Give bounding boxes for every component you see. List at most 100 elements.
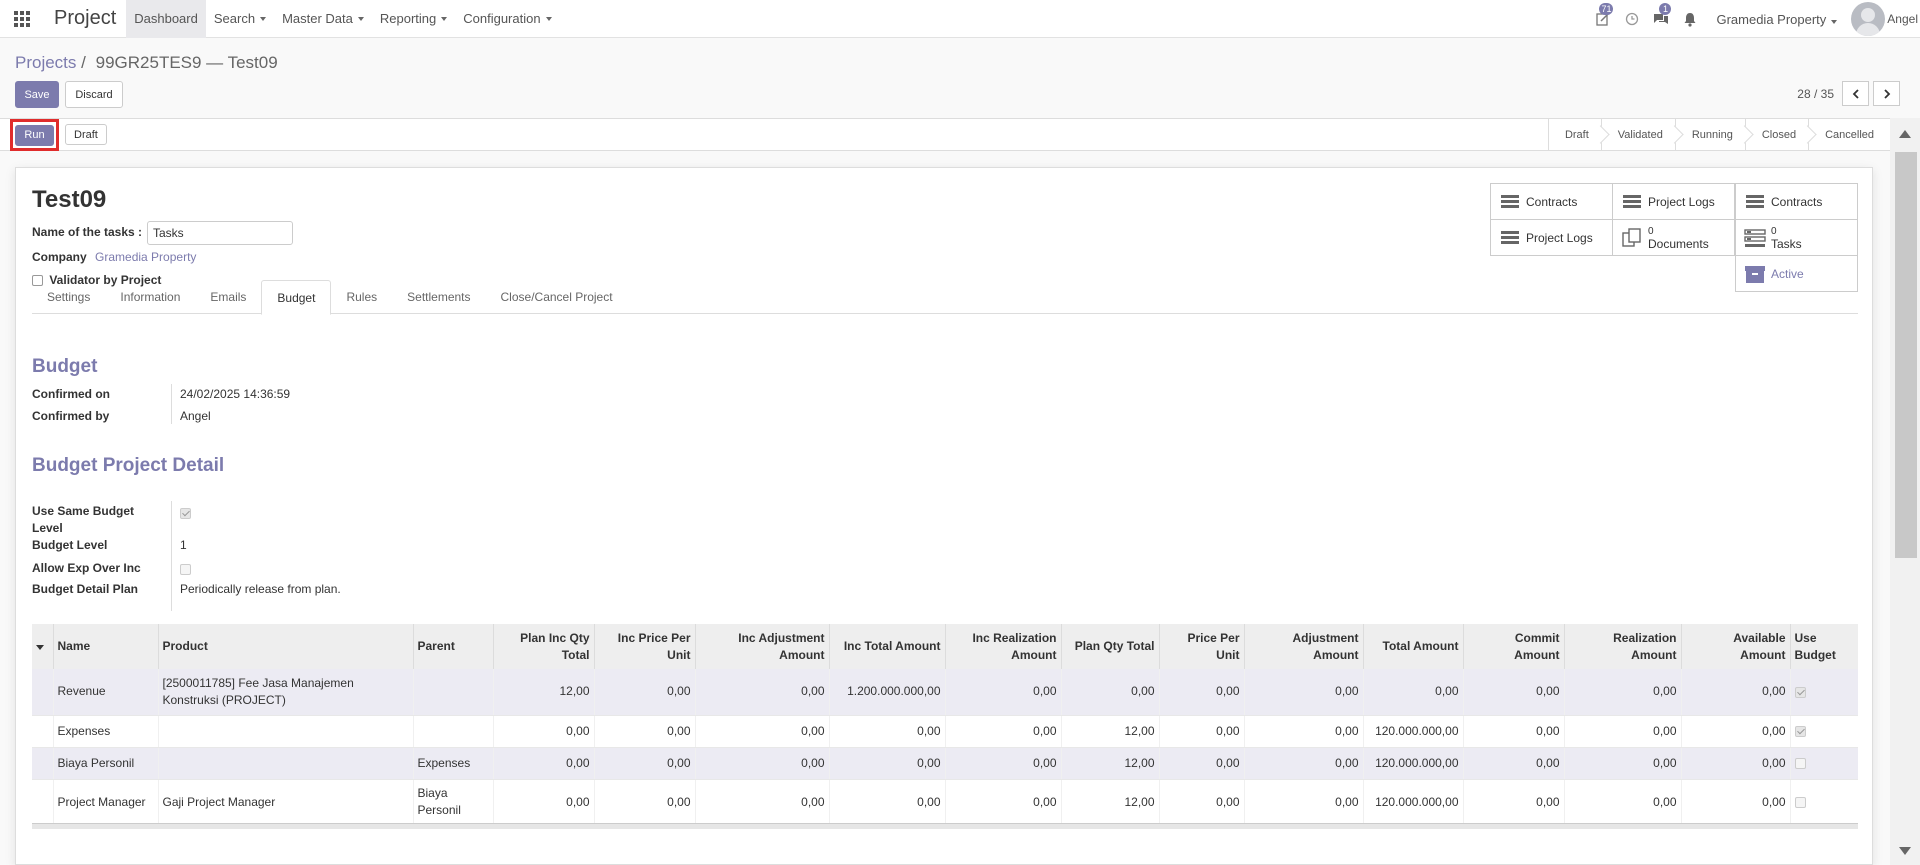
messages-icon[interactable]: 1 (1646, 0, 1675, 38)
company-switcher[interactable]: Gramedia Property (1716, 12, 1838, 27)
stage-closed[interactable]: Closed (1744, 118, 1808, 151)
col-plan-inc-qty-total[interactable]: Plan Inc Qty Total (492, 624, 594, 669)
company-link[interactable]: Gramedia Property (95, 250, 196, 264)
menu-configuration[interactable]: Configuration (455, 0, 559, 38)
col-name[interactable]: Name (52, 624, 158, 669)
cell-product: Gaji Project Manager (157, 779, 413, 826)
documents-smart-button[interactable]: 0 Documents (1612, 219, 1735, 256)
tab-close-cancel-project[interactable]: Close/Cancel Project (486, 280, 628, 314)
tab-information[interactable]: Information (105, 280, 195, 314)
same-budget-level-checkbox[interactable] (180, 508, 191, 520)
allow-exp-checkbox[interactable] (180, 564, 191, 576)
col-total-amount[interactable]: Total Amount (1362, 624, 1463, 669)
col-inc-adjustment-amount[interactable]: Inc Adjustment Amount (694, 624, 829, 669)
pager-next-button[interactable] (1873, 81, 1900, 106)
activity-icon[interactable]: 71 (1588, 0, 1617, 38)
scroll-up-arrow-icon[interactable] (1899, 130, 1911, 138)
cell-total: 120.000.000,00 (1362, 747, 1463, 780)
scroll-down-arrow-icon[interactable] (1899, 847, 1911, 855)
table-row[interactable]: Expenses 0,00 0,00 0,00 0,00 0,00 12,00 … (32, 715, 1858, 748)
page-scrollbar[interactable] (1890, 118, 1920, 865)
col-adjustment-amount[interactable]: Adjustment Amount (1243, 624, 1363, 669)
table-row[interactable]: Revenue [2500011785] Fee Jasa Manajemen … (32, 669, 1858, 716)
project-logs-smart-button-2[interactable]: Project Logs (1490, 219, 1613, 256)
app-brand[interactable]: Project (54, 7, 116, 30)
stage-pipeline: Draft Validated Running Closed Cancelled (1547, 118, 1886, 151)
draft-button[interactable]: Draft (65, 124, 107, 145)
col-realization-amount[interactable]: Realization Amount (1563, 624, 1681, 669)
project-logs-smart-button[interactable]: Project Logs (1612, 183, 1735, 220)
stage-draft[interactable]: Draft (1547, 118, 1601, 151)
col-inc-price-per-unit[interactable]: Inc Price Per Unit (593, 624, 695, 669)
col-product[interactable]: Product (157, 624, 413, 669)
discard-button[interactable]: Discard (65, 81, 123, 108)
documents-count: 0 (1648, 225, 1654, 237)
stage-validated[interactable]: Validated (1600, 118, 1675, 151)
scroll-thumb[interactable] (1895, 152, 1917, 558)
company-label: Company (32, 250, 87, 264)
bell-icon[interactable] (1675, 0, 1704, 38)
list-icon (1620, 193, 1644, 210)
menu-reporting[interactable]: Reporting (372, 0, 455, 38)
tab-budget[interactable]: Budget (261, 280, 332, 315)
pager: 28 / 35 (1797, 81, 1900, 106)
tab-rules[interactable]: Rules (331, 280, 392, 314)
clock-icon[interactable] (1617, 0, 1646, 38)
tasks-smart-button[interactable]: 0 Tasks (1735, 219, 1858, 256)
col-use-budget[interactable]: Use Budget (1789, 624, 1858, 669)
cell-total: 0,00 (1362, 669, 1463, 716)
avatar[interactable] (1851, 2, 1886, 36)
tasks-count: 0 (1771, 225, 1777, 237)
pager-value[interactable]: 28 / 35 (1797, 87, 1834, 101)
breadcrumb-projects[interactable]: Projects (15, 53, 76, 72)
col-inc-total-amount[interactable]: Inc Total Amount (828, 624, 945, 669)
cell-use-budget (1789, 779, 1858, 826)
cell-product (157, 747, 413, 780)
user-name[interactable]: Angel (1887, 12, 1918, 26)
table-row[interactable]: Project Manager Gaji Project Manager Bia… (32, 779, 1858, 826)
col-inc-realization-amount[interactable]: Inc Realization Amount (944, 624, 1061, 669)
tab-settings[interactable]: Settings (32, 280, 105, 314)
contracts-smart-button-2[interactable]: Contracts (1735, 183, 1858, 220)
menu-dashboard[interactable]: Dashboard (126, 0, 206, 38)
col-commit-amount[interactable]: Commit Amount (1462, 624, 1564, 669)
tasks-name-input[interactable]: Tasks (147, 221, 293, 245)
contracts-smart-button[interactable]: Contracts (1490, 183, 1613, 220)
use-budget-checkbox[interactable] (1794, 757, 1806, 769)
cell-inc-real: 0,00 (944, 779, 1061, 826)
allow-exp-label: Allow Exp Over Inc (32, 561, 141, 575)
table-row[interactable]: Biaya Personil Expenses 0,00 0,00 0,00 0… (32, 747, 1858, 780)
tasks-label: Tasks (1771, 236, 1802, 251)
col-parent[interactable]: Parent (412, 624, 493, 669)
col-plan-qty-total[interactable]: Plan Qty Total (1060, 624, 1159, 669)
cell-parent: Expenses (412, 747, 493, 780)
apps-menu-icon[interactable] (0, 0, 44, 38)
use-budget-checkbox[interactable] (1794, 796, 1806, 808)
stage-cancelled[interactable]: Cancelled (1808, 118, 1886, 151)
caret-down-icon (441, 16, 448, 21)
cell-plan-qty: 12,00 (1060, 747, 1159, 780)
cell-inc-adj: 0,00 (694, 669, 829, 716)
budget-detail-section-title: Budget Project Detail (32, 455, 225, 476)
pager-previous-button[interactable] (1842, 81, 1869, 106)
messages-count-badge: 1 (1659, 3, 1672, 15)
menu-search[interactable]: Search (206, 0, 274, 38)
cell-adj: 0,00 (1243, 669, 1363, 716)
stage-running[interactable]: Running (1674, 118, 1745, 151)
documents-icon (1620, 227, 1644, 248)
run-button[interactable]: Run (15, 124, 54, 146)
smart-button-label: Project Logs (1648, 194, 1715, 209)
save-button[interactable]: Save (15, 81, 59, 108)
table-horizontal-scrollbar[interactable] (32, 823, 1858, 829)
use-budget-checkbox[interactable] (1794, 725, 1806, 737)
group-toggle[interactable] (32, 624, 53, 669)
col-price-per-unit[interactable]: Price Per Unit (1158, 624, 1244, 669)
tab-emails[interactable]: Emails (195, 280, 261, 314)
confirmed-by-link[interactable]: Angel (180, 409, 211, 423)
company-row: Company Gramedia Property (32, 250, 196, 264)
tab-settlements[interactable]: Settlements (392, 280, 485, 314)
cell-avail: 0,00 (1680, 715, 1790, 748)
menu-master-data[interactable]: Master Data (274, 0, 372, 38)
use-budget-checkbox[interactable] (1794, 686, 1806, 698)
col-available-amount[interactable]: Available Amount (1680, 624, 1790, 669)
